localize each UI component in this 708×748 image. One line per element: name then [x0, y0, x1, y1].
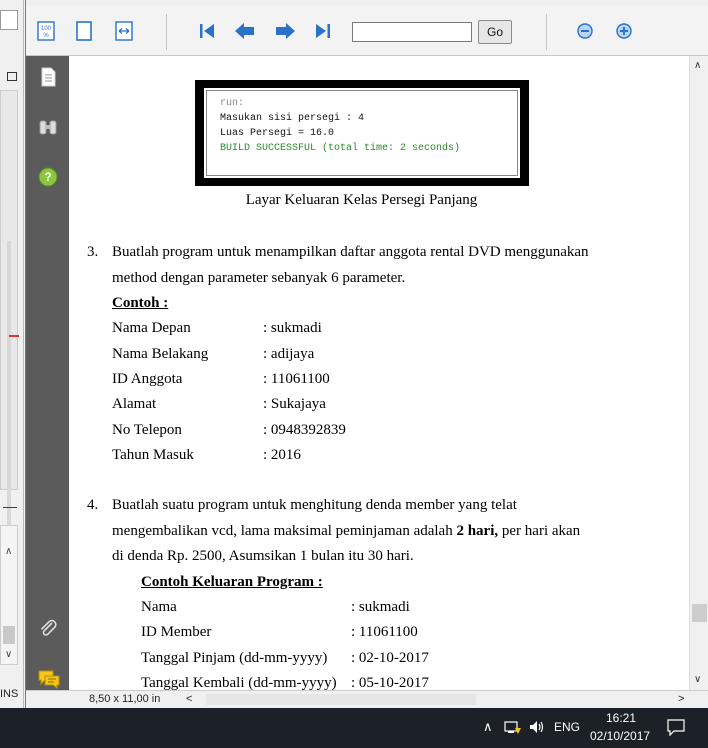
- background-scrollbar[interactable]: ∧ ∨: [0, 525, 18, 665]
- network-icon[interactable]: [504, 719, 522, 738]
- pages-icon[interactable]: [37, 66, 59, 88]
- console-line: Masukan sisi persegi : 4: [220, 113, 365, 124]
- field-value: : 11061100: [351, 624, 418, 640]
- paragraph-line: method dengan parameter sebanyak 6 param…: [112, 270, 406, 286]
- scroll-left-icon[interactable]: <: [186, 693, 192, 705]
- find-binoculars-icon[interactable]: [37, 116, 59, 138]
- field-label: Nama Belakang: [112, 346, 209, 362]
- section-heading: Contoh :: [112, 295, 169, 311]
- console-line: BUILD SUCCESSFUL (total time: 2 seconds): [220, 143, 461, 154]
- scroll-up-icon[interactable]: ∧: [694, 60, 701, 71]
- scroll-thumb[interactable]: [692, 604, 707, 622]
- last-page-icon[interactable]: [312, 20, 334, 42]
- list-number: 3.: [87, 244, 99, 260]
- ins-indicator: INS: [0, 688, 19, 700]
- paragraph-line: mengembalikan vcd, lama maksimal peminja…: [112, 523, 580, 540]
- scroll-down-icon[interactable]: ∨: [694, 674, 701, 685]
- zoom-out-icon[interactable]: [574, 20, 596, 42]
- go-button[interactable]: Go: [478, 20, 512, 44]
- clock-time[interactable]: 16:21: [606, 711, 636, 725]
- field-label: Alamat: [112, 396, 157, 412]
- comments-icon[interactable]: [37, 668, 60, 690]
- background-panel: [0, 90, 19, 541]
- field-label: No Telepon: [112, 422, 182, 438]
- console-line: Luas Persegi = 16.0: [220, 128, 335, 139]
- console-inner: run: Masukan sisi persegi : 4 Luas Perse…: [202, 86, 522, 180]
- toolbar: 100% Go: [26, 6, 708, 56]
- field-label: Tahun Masuk: [112, 447, 194, 463]
- navigation-sidebar: ?: [26, 56, 69, 690]
- paragraph-line: Buatlah program untuk menampilkan daftar…: [112, 244, 589, 260]
- next-page-icon[interactable]: [274, 20, 296, 42]
- field-label: Nama: [141, 599, 177, 615]
- zoom-in-icon[interactable]: [613, 20, 635, 42]
- field-value: : Sukajaya: [263, 396, 326, 412]
- background-input-box: [0, 10, 18, 30]
- field-value: : 0948392839: [263, 422, 346, 438]
- action-center-icon[interactable]: [666, 718, 686, 739]
- show-hidden-icons-icon[interactable]: ∧: [483, 719, 493, 735]
- previous-page-icon[interactable]: [234, 20, 256, 42]
- field-label: Tanggal Pinjam (dd-mm-yyyy): [141, 650, 328, 666]
- red-line-marker: [9, 335, 19, 337]
- paragraph-line: di denda Rp. 2500, Asumsikan 1 bulan itu…: [112, 548, 414, 564]
- field-value: : 02-10-2017: [351, 650, 429, 666]
- field-value: : sukmadi: [263, 320, 322, 336]
- svg-text:100: 100: [41, 26, 52, 32]
- paragraph-line: Buatlah suatu program untuk menghitung d…: [112, 497, 517, 513]
- fit-width-icon[interactable]: [113, 20, 135, 42]
- clock-date[interactable]: 02/10/2017: [590, 729, 650, 743]
- scroll-right-icon[interactable]: >: [678, 693, 684, 705]
- scroll-thumb[interactable]: [3, 626, 15, 644]
- paragraph-text: mengembalikan vcd, lama maksimal peminja…: [112, 523, 457, 539]
- field-label: Tanggal Kembali (dd-mm-yyyy): [141, 675, 337, 690]
- taskbar: ∧ ENG 16:21 02/10/2017: [0, 708, 708, 748]
- background-window: — ∧ ∨ INS: [0, 0, 24, 708]
- section-heading: Contoh Keluaran Program :: [141, 574, 323, 590]
- field-value: : 11061100: [263, 371, 330, 387]
- page-size-label: 8,50 x 11,00 in: [89, 693, 161, 705]
- horizontal-scroll-thumb[interactable]: [206, 694, 476, 705]
- status-bar: 8,50 x 11,00 in < >: [26, 690, 708, 708]
- field-value: : sukmadi: [351, 599, 410, 615]
- toolbar-separator: [166, 14, 167, 50]
- language-indicator[interactable]: ENG: [554, 720, 580, 734]
- field-value: : 05-10-2017: [351, 675, 429, 690]
- console-line: run:: [220, 98, 245, 109]
- volume-icon[interactable]: [528, 719, 546, 738]
- actual-size-icon[interactable]: 100%: [35, 20, 57, 42]
- help-icon[interactable]: ?: [37, 166, 59, 188]
- fit-page-icon[interactable]: [73, 20, 95, 42]
- attachment-paperclip-icon[interactable]: [37, 618, 59, 640]
- restore-icon: [7, 72, 17, 81]
- svg-text:%: %: [43, 33, 49, 39]
- pdf-viewer-window: 100% Go ? run: Masukan sisi persegi: 4 …: [25, 0, 708, 708]
- field-label: ID Anggota: [112, 371, 183, 387]
- svg-text:?: ?: [44, 170, 51, 184]
- field-value: : 2016: [263, 447, 301, 463]
- figure-caption: Layar Keluaran Kelas Persegi Panjang: [245, 192, 478, 208]
- scroll-up-icon[interactable]: ∧: [5, 546, 12, 557]
- field-value: : adijaya: [263, 346, 315, 362]
- bold-text: 2 hari,: [456, 523, 499, 539]
- list-number: 4.: [87, 497, 99, 513]
- console-output-figure: run: Masukan sisi persegi : 4 Luas Perse…: [195, 80, 529, 186]
- toolbar-separator: [546, 14, 547, 50]
- document-page: run: Masukan sisi persegi : 4 Luas Perse…: [69, 56, 689, 690]
- field-label: ID Member: [141, 624, 212, 640]
- vertical-scrollbar[interactable]: ∧ ∨: [689, 56, 708, 690]
- panel-slit: [7, 241, 11, 541]
- scroll-down-icon[interactable]: ∨: [5, 649, 12, 660]
- paragraph-text: per hari akan: [498, 523, 581, 539]
- field-label: Nama Depan: [112, 320, 191, 336]
- collapse-icon[interactable]: —: [0, 498, 20, 518]
- first-page-icon[interactable]: [196, 20, 218, 42]
- page-number-input[interactable]: [352, 22, 472, 42]
